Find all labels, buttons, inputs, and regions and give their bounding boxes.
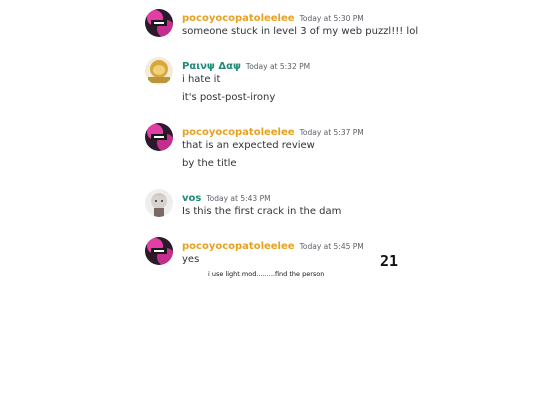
avatar[interactable]	[145, 9, 173, 37]
timestamp: Today at 5:37 PM	[299, 128, 364, 137]
message-header: pocoyocopatoleelee Today at 5:37 PM	[182, 123, 364, 140]
message-text: i hate it	[182, 74, 221, 85]
message-text: someone stuck in level 3 of my web puzzl…	[182, 26, 419, 37]
avatar-pink-icon	[145, 9, 173, 37]
message-text: yes	[182, 254, 200, 265]
message-header: Ραινψ Δαψ Today at 5:32 PM	[182, 57, 310, 74]
message-header: pocoyocopatoleelee Today at 5:45 PM	[182, 237, 364, 254]
timestamp: Today at 5:45 PM	[299, 242, 364, 251]
caption: i use light mod.........find the person	[208, 270, 325, 278]
message-text: Is this the first crack in the dam	[182, 206, 342, 217]
timestamp: Today at 5:32 PM	[245, 62, 311, 71]
timestamp: Today at 5:43 PM	[206, 194, 271, 203]
message-header: pocoyocopatoleelee Today at 5:30 PM	[182, 9, 364, 26]
avatar[interactable]	[145, 189, 173, 217]
avatar-pink-icon	[145, 237, 173, 265]
author-name[interactable]: pocoyocopatoleelee	[182, 13, 295, 24]
author-name[interactable]: Ραινψ Δαψ	[182, 61, 241, 72]
chat-log: pocoyocopatoleelee Today at 5:30 PM someo…	[0, 0, 540, 405]
author-name[interactable]: pocoyocopatoleelee	[182, 241, 295, 252]
message-text: it's post-post-irony	[182, 92, 276, 103]
timestamp: Today at 5:30 PM	[299, 14, 364, 23]
avatar[interactable]	[145, 123, 173, 151]
avatar-pink-icon	[145, 123, 173, 151]
page-number: 21	[380, 252, 399, 270]
avatar-gold-icon	[145, 57, 173, 85]
avatar-character-icon	[145, 189, 173, 217]
message-text: that is an expected review	[182, 140, 315, 151]
avatar[interactable]	[145, 237, 173, 265]
avatar[interactable]	[145, 57, 173, 85]
author-name[interactable]: vos	[182, 193, 201, 204]
message-header: vos Today at 5:43 PM	[182, 189, 271, 206]
message-text: by the title	[182, 158, 237, 169]
author-name[interactable]: pocoyocopatoleelee	[182, 127, 295, 138]
